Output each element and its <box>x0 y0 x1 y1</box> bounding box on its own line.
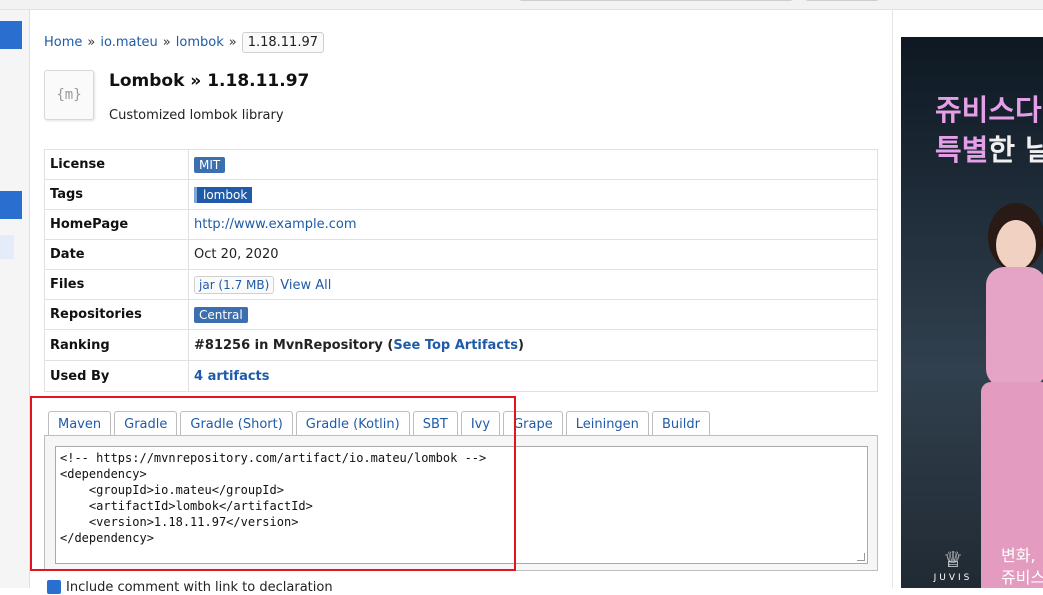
info-row-files: Files jar (1.7 MB) View All <box>44 269 878 300</box>
browser-top-strip <box>0 0 1043 10</box>
include-comment-checkbox[interactable] <box>47 580 61 594</box>
info-key: Repositories <box>44 299 189 330</box>
sidebar-button[interactable] <box>0 191 22 219</box>
license-badge[interactable]: MIT <box>194 156 226 173</box>
info-row-homepage: HomePage http://www.example.com <box>44 209 878 240</box>
info-row-ranking: Ranking #81256 in MvnRepository (See Top… <box>44 329 878 361</box>
advertisement-banner[interactable]: 쥬비스다 특별한 날 ♕ JUVIS 변화, 쥬비스 <box>901 37 1043 588</box>
info-value: lombok <box>188 179 878 210</box>
info-key: Files <box>44 269 189 300</box>
info-key: License <box>44 149 189 180</box>
highlight-box <box>30 396 516 571</box>
tab-leiningen[interactable]: Leiningen <box>565 411 649 436</box>
info-key: Ranking <box>44 329 189 361</box>
breadcrumb-artifact[interactable]: lombok <box>176 35 224 50</box>
info-row-repositories: Repositories Central <box>44 299 878 330</box>
repository-badge[interactable]: Central <box>194 306 248 323</box>
ad-logo: ♕ JUVIS <box>933 548 973 588</box>
top-bar-segment <box>806 0 878 1</box>
ranking-suffix: ) <box>517 337 524 353</box>
info-value: jar (1.7 MB) View All <box>188 269 878 300</box>
info-value: http://www.example.com <box>188 209 878 240</box>
sidebar-item[interactable] <box>0 235 14 259</box>
tab-buildr[interactable]: Buildr <box>651 411 710 436</box>
breadcrumb-separator: » <box>162 34 171 50</box>
info-row-date: Date Oct 20, 2020 <box>44 239 878 270</box>
resize-grip-icon[interactable] <box>857 553 865 561</box>
artifact-logo: {m} <box>44 70 94 120</box>
ad-model-image <box>981 203 1043 588</box>
breadcrumb-version: 1.18.11.97 <box>241 31 324 53</box>
ranking-text: #81256 in MvnRepository ( <box>194 337 394 353</box>
breadcrumb: Home » io.mateu » lombok » 1.18.11.97 <box>44 30 324 54</box>
breadcrumb-group[interactable]: io.mateu <box>100 35 157 50</box>
info-value: MIT <box>188 149 878 180</box>
left-sidebar <box>0 10 30 588</box>
page-subtitle: Customized lombok library <box>109 108 284 123</box>
top-bar-segment <box>520 0 792 1</box>
info-key: Date <box>44 239 189 270</box>
used-by-link[interactable]: 4 artifacts <box>194 369 270 384</box>
artifact-info-table: License MIT Tags lombok HomePage http://… <box>44 149 878 392</box>
info-row-tags: Tags lombok <box>44 179 878 210</box>
ad-bottom-text: 변화, <box>1001 546 1036 565</box>
breadcrumb-home[interactable]: Home <box>44 35 82 50</box>
info-key: Used By <box>44 360 189 392</box>
sidebar-button[interactable] <box>0 21 22 49</box>
info-key: Tags <box>44 179 189 210</box>
info-row-license: License MIT <box>44 149 878 180</box>
ad-headline: 쥬비스다 <box>935 93 1042 127</box>
breadcrumb-separator: » <box>87 34 96 50</box>
ad-logo-text: JUVIS <box>933 573 973 583</box>
ad-headline-2: 특별한 날 <box>935 127 1043 169</box>
breadcrumb-separator: » <box>228 34 237 50</box>
top-artifacts-link[interactable]: See Top Artifacts <box>393 338 518 353</box>
ad-headline-rest: 한 날 <box>988 133 1043 167</box>
jar-download-button[interactable]: jar (1.7 MB) <box>194 275 275 294</box>
homepage-link[interactable]: http://www.example.com <box>194 217 357 232</box>
ad-bottom-text-2: 쥬비스 <box>1001 568 1043 587</box>
info-value: 4 artifacts <box>188 360 878 392</box>
view-all-link[interactable]: View All <box>280 278 331 293</box>
page-title: Lombok » 1.18.11.97 <box>109 71 310 91</box>
crown-icon: ♕ <box>943 548 963 573</box>
ad-headline-highlight: 특별 <box>935 133 989 167</box>
info-row-used-by: Used By 4 artifacts <box>44 360 878 392</box>
info-value: Central <box>188 299 878 330</box>
info-value: Oct 20, 2020 <box>188 239 878 270</box>
info-value: #81256 in MvnRepository (See Top Artifac… <box>188 329 878 361</box>
tag-badge[interactable]: lombok <box>194 186 253 203</box>
ad-column: 쥬비스다 특별한 날 ♕ JUVIS 변화, 쥬비스 <box>892 10 1043 588</box>
info-key: HomePage <box>44 209 189 240</box>
